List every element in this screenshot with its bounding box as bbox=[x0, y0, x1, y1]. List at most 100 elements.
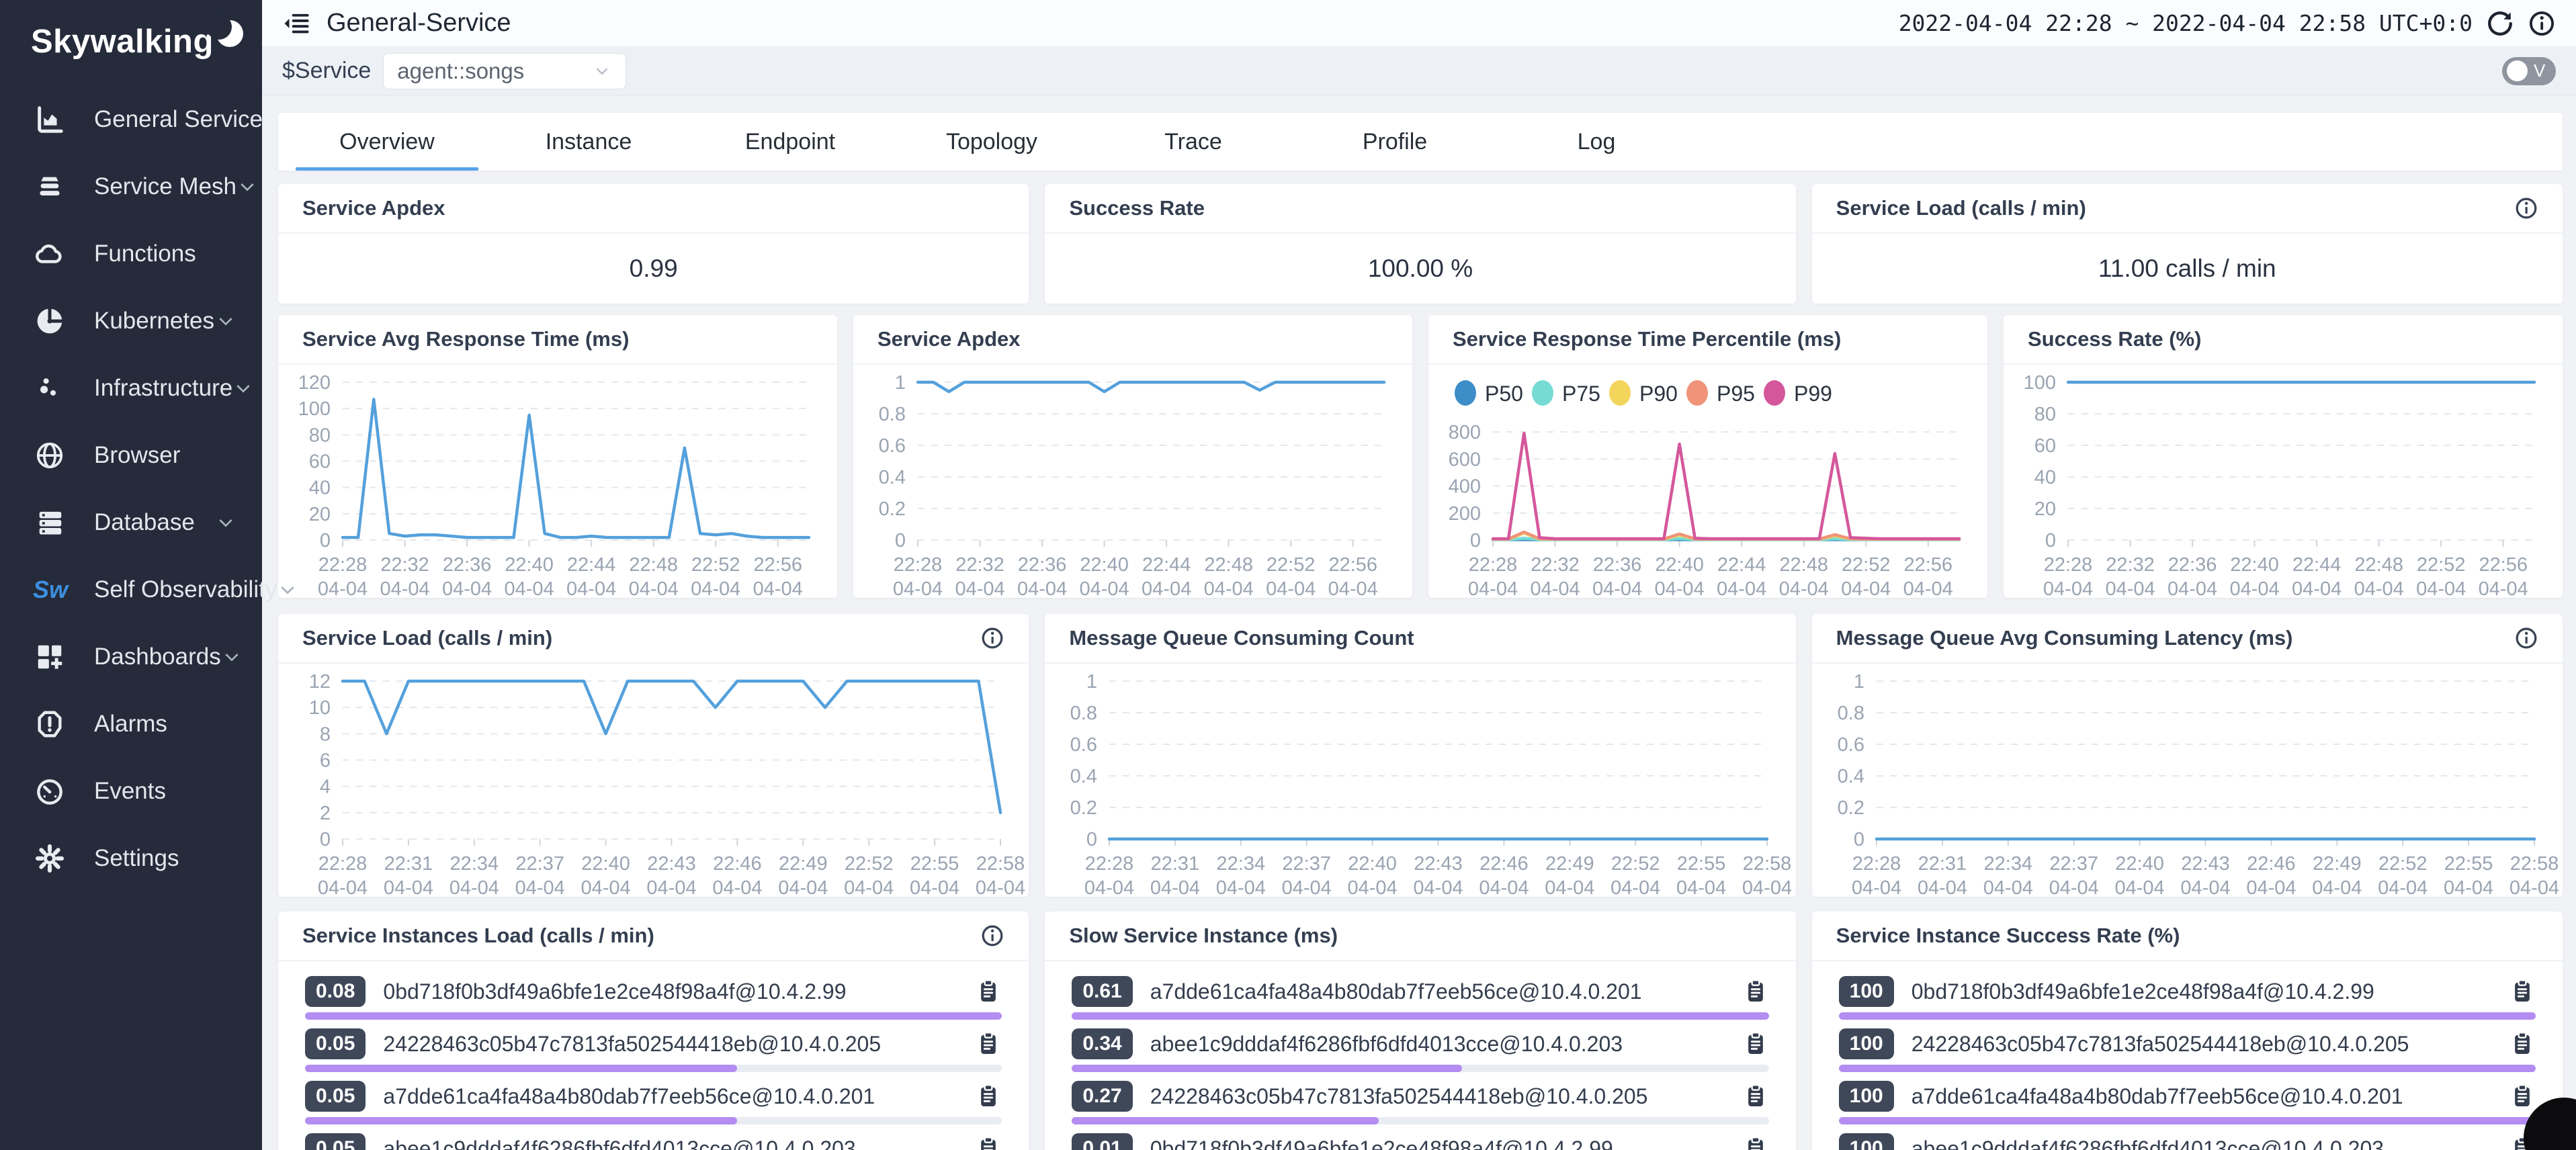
list-item[interactable]: 0.61a7dde61ca4fa48a4b80dab7f7eeb56ce@10.… bbox=[1072, 976, 1768, 1020]
events-icon bbox=[34, 775, 66, 807]
line-chart[interactable]: 00.20.40.60.8122:2804-0422:3104-0422:340… bbox=[1812, 664, 2563, 897]
tab-trace[interactable]: Trace bbox=[1092, 113, 1294, 171]
svg-text:04-04: 04-04 bbox=[629, 578, 679, 598]
list-item[interactable]: 10024228463c05b47c7813fa502544418eb@10.4… bbox=[1839, 1028, 2536, 1072]
svg-text:04-04: 04-04 bbox=[384, 877, 433, 897]
sidebar-item-general-service[interactable]: General Service bbox=[0, 86, 262, 153]
svg-text:04-04: 04-04 bbox=[1348, 877, 1398, 897]
instance-name: 24228463c05b47c7813fa502544418eb@10.4.0.… bbox=[383, 1032, 964, 1057]
line-chart[interactable]: 00.20.40.60.8122:2804-0422:3104-0422:340… bbox=[1045, 664, 1795, 897]
info-icon[interactable] bbox=[2528, 9, 2556, 38]
info-icon[interactable] bbox=[980, 626, 1004, 650]
svg-text:22:58: 22:58 bbox=[1743, 853, 1792, 875]
svg-text:04-04: 04-04 bbox=[691, 578, 740, 598]
svg-text:04-04: 04-04 bbox=[1655, 578, 1705, 598]
card-title: Service Apdex bbox=[877, 327, 1021, 351]
list-item[interactable]: 100abee1c9dddaf4f6286fbf6dfd4013cce@10.4… bbox=[1839, 1133, 2536, 1150]
tab-endpoint[interactable]: Endpoint bbox=[689, 113, 891, 171]
line-chart[interactable]: 00.20.40.60.8122:2804-0422:3204-0422:360… bbox=[853, 365, 1412, 598]
sidebar-item-infrastructure[interactable]: Infrastructure bbox=[0, 355, 262, 422]
list-item[interactable]: 0.010bd718f0b3df49a6bfe1e2ce48f98a4f@10.… bbox=[1072, 1133, 1768, 1150]
sidebar-item-label: Service Mesh bbox=[94, 173, 237, 200]
line-chart[interactable]: 02040608010012022:2804-0422:3204-0422:36… bbox=[278, 365, 837, 598]
tab-profile[interactable]: Profile bbox=[1294, 113, 1496, 171]
svg-text:04-04: 04-04 bbox=[1080, 578, 1129, 598]
svg-text:22:56: 22:56 bbox=[1328, 554, 1377, 576]
tab-instance[interactable]: Instance bbox=[488, 113, 689, 171]
sidebar-item-settings[interactable]: Settings bbox=[0, 825, 262, 892]
sidebar-item-database[interactable]: Database bbox=[0, 489, 262, 556]
clipboard-icon[interactable] bbox=[2509, 1030, 2536, 1057]
info-icon[interactable] bbox=[2514, 196, 2538, 220]
list-item[interactable]: 0.34abee1c9dddaf4f6286fbf6dfd4013cce@10.… bbox=[1072, 1028, 1768, 1072]
sidebar-item-kubernetes[interactable]: Kubernetes bbox=[0, 288, 262, 355]
list-item[interactable]: 100a7dde61ca4fa48a4b80dab7f7eeb56ce@10.4… bbox=[1839, 1081, 2536, 1124]
clipboard-icon[interactable] bbox=[1742, 978, 1769, 1005]
clipboard-icon[interactable] bbox=[2509, 978, 2536, 1005]
list-item[interactable]: 0.080bd718f0b3df49a6bfe1e2ce48f98a4f@10.… bbox=[305, 976, 1002, 1020]
svg-text:22:28: 22:28 bbox=[1085, 853, 1134, 875]
time-range-picker[interactable]: 2022-04-04 22:28 ~ 2022-04-04 22:58 UTC+… bbox=[1899, 10, 2473, 36]
sidebar-item-functions[interactable]: Functions bbox=[0, 220, 262, 288]
line-chart[interactable]: 02468101222:2804-0422:3104-0422:3404-042… bbox=[278, 664, 1029, 897]
version-toggle[interactable]: V bbox=[2502, 57, 2556, 85]
svg-text:40: 40 bbox=[309, 478, 331, 499]
card-title: Message Queue Consuming Count bbox=[1069, 626, 1414, 650]
line-chart[interactable]: 02040608010022:2804-0422:3204-0422:3604-… bbox=[2004, 365, 2563, 598]
svg-text:600: 600 bbox=[1449, 449, 1481, 470]
svg-text:22:48: 22:48 bbox=[1204, 554, 1253, 576]
clipboard-icon[interactable] bbox=[975, 1083, 1002, 1110]
clipboard-icon[interactable] bbox=[1742, 1135, 1769, 1150]
sidebar-item-events[interactable]: Events bbox=[0, 758, 262, 825]
list-item[interactable]: 0.0524228463c05b47c7813fa502544418eb@10.… bbox=[305, 1028, 1002, 1072]
info-icon[interactable] bbox=[980, 924, 1004, 948]
sidebar-item-alarms[interactable]: Alarms bbox=[0, 691, 262, 758]
sidebar-item-service-mesh[interactable]: Service Mesh bbox=[0, 153, 262, 220]
sidebar-collapse-icon[interactable] bbox=[282, 9, 310, 38]
svg-text:22:40: 22:40 bbox=[1348, 853, 1398, 875]
svg-text:22:28: 22:28 bbox=[1852, 853, 1901, 875]
sidebar-item-browser[interactable]: Browser bbox=[0, 422, 262, 489]
svg-text:04-04: 04-04 bbox=[1917, 877, 1967, 897]
list-item[interactable]: 0.05a7dde61ca4fa48a4b80dab7f7eeb56ce@10.… bbox=[305, 1081, 1002, 1124]
tab-log[interactable]: Log bbox=[1496, 113, 1697, 171]
chart-card-service-load-calls-min-: Service Load (calls / min)02468101222:28… bbox=[278, 614, 1029, 897]
list-item[interactable]: 0.2724228463c05b47c7813fa502544418eb@10.… bbox=[1072, 1081, 1768, 1124]
info-icon[interactable] bbox=[2514, 626, 2538, 650]
list-item[interactable]: 0.05abee1c9dddaf4f6286fbf6dfd4013cce@10.… bbox=[305, 1133, 1002, 1150]
list-item-line: 10024228463c05b47c7813fa502544418eb@10.4… bbox=[1839, 1028, 2536, 1059]
line-chart[interactable]: 020040060080022:2804-0422:3204-0422:3604… bbox=[1428, 365, 1987, 598]
svg-text:6: 6 bbox=[320, 750, 331, 772]
svg-text:4: 4 bbox=[320, 777, 331, 798]
tab-overview[interactable]: Overview bbox=[286, 113, 488, 171]
clipboard-icon[interactable] bbox=[2509, 1083, 2536, 1110]
progress-bar-track bbox=[1839, 1065, 2536, 1072]
metric-card-success-rate: Success Rate100.00 % bbox=[1045, 184, 1795, 304]
metric-value: 0.99 bbox=[278, 234, 1029, 304]
svg-text:22:31: 22:31 bbox=[384, 853, 433, 875]
svg-text:22:52: 22:52 bbox=[845, 853, 894, 875]
list-item-line: 0.2724228463c05b47c7813fa502544418eb@10.… bbox=[1072, 1081, 1768, 1112]
moon-icon bbox=[216, 20, 243, 47]
svg-text:100: 100 bbox=[2024, 372, 2056, 394]
sidebar-item-dashboards[interactable]: Dashboards bbox=[0, 623, 262, 691]
clipboard-icon[interactable] bbox=[975, 1030, 1002, 1057]
refresh-icon[interactable] bbox=[2486, 9, 2514, 38]
app-logo[interactable]: Skywalking bbox=[0, 0, 262, 74]
list-item[interactable]: 1000bd718f0b3df49a6bfe1e2ce48f98a4f@10.4… bbox=[1839, 976, 2536, 1020]
service-select[interactable]: agent::songs bbox=[383, 53, 626, 89]
clipboard-icon[interactable] bbox=[1742, 1030, 1769, 1057]
svg-text:22:43: 22:43 bbox=[647, 853, 696, 875]
svg-text:04-04: 04-04 bbox=[2167, 578, 2217, 598]
svg-text:0.6: 0.6 bbox=[1070, 734, 1097, 756]
self-observability-icon: Sw bbox=[34, 574, 66, 606]
clipboard-icon[interactable] bbox=[975, 1135, 1002, 1150]
tab-topology[interactable]: Topology bbox=[891, 113, 1092, 171]
clipboard-icon[interactable] bbox=[975, 978, 1002, 1005]
svg-text:0: 0 bbox=[320, 530, 331, 551]
filter-toolbar: $Service agent::songs V bbox=[262, 47, 2576, 95]
sidebar-item-self-observability[interactable]: SwSelf Observability bbox=[0, 556, 262, 623]
clipboard-icon[interactable] bbox=[1742, 1083, 1769, 1110]
svg-text:2: 2 bbox=[320, 803, 331, 824]
card-header: Message Queue Consuming Count bbox=[1045, 614, 1795, 664]
